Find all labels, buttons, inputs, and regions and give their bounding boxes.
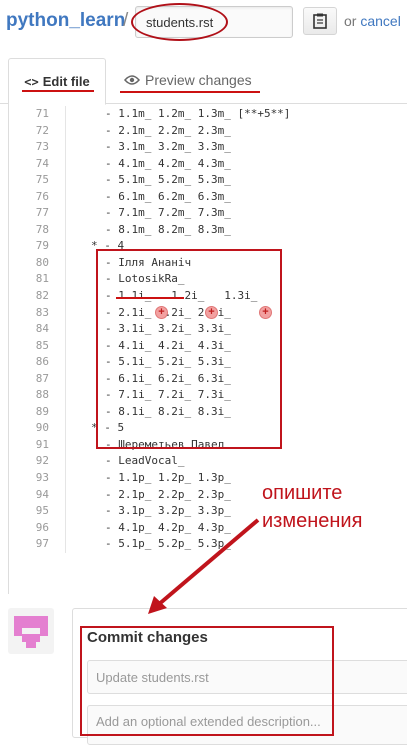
annotation-arrow [148, 518, 260, 614]
